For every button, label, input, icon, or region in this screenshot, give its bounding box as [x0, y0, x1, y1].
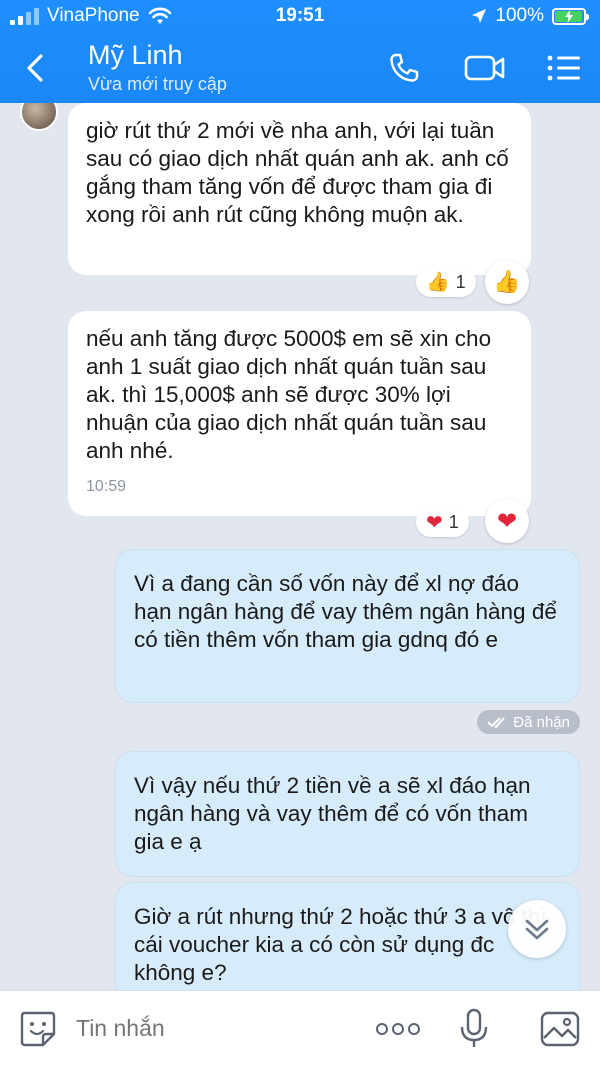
message-bubble-outgoing[interactable]: Vì a đang cần số vốn này để xl nợ đáo hạ… [115, 549, 580, 703]
message-text: Giờ a rút nhưng thứ 2 hoặc thứ 3 a vô th… [134, 904, 547, 985]
phone-icon [390, 53, 419, 82]
battery-percent: 100% [495, 5, 544, 26]
message-bubble-outgoing[interactable]: Vì vậy nếu thứ 2 tiền về a sẽ xl đáo hạn… [115, 751, 580, 877]
message-text: giờ rút thứ 2 mới về nha anh, với lại tu… [86, 118, 509, 227]
location-arrow-icon [472, 9, 487, 23]
message-input[interactable] [76, 1015, 336, 1042]
react-button[interactable]: ❤ [485, 499, 529, 543]
microphone-icon [460, 1008, 488, 1047]
chat-header: VinaPhone 19:51 100% Mỹ Linh Vừa mới tru… [0, 0, 600, 103]
message-text: Vì vậy nếu thứ 2 tiền về a sẽ xl đáo hạn… [134, 773, 531, 854]
message-bubble-incoming[interactable]: nếu anh tăng được 5000$ em sẽ xin cho an… [68, 311, 531, 516]
double-check-icon [487, 717, 506, 729]
more-options-button[interactable] [374, 1017, 422, 1041]
more-dots-icon [376, 1023, 420, 1035]
contact-avatar[interactable] [20, 103, 58, 131]
video-camera-icon [464, 55, 505, 81]
message-list[interactable]: giờ rút thứ 2 mới về nha anh, với lại tu… [0, 103, 600, 990]
reaction-count: 1 [455, 271, 466, 292]
reaction-summary[interactable]: ❤ 1 [416, 507, 469, 537]
delivery-status: Đã nhận [513, 713, 570, 731]
image-gallery-icon [540, 1011, 580, 1047]
image-picker-button[interactable] [538, 1009, 582, 1049]
message-bubble-incoming[interactable]: giờ rút thứ 2 mới về nha anh, với lại tu… [68, 103, 531, 275]
emoji-sticker-icon [20, 1011, 56, 1047]
phone-call-button[interactable] [384, 48, 424, 88]
sticker-button[interactable] [18, 1009, 58, 1049]
menu-button[interactable] [544, 48, 584, 88]
reaction-count: 1 [448, 511, 459, 532]
back-arrow-icon[interactable] [18, 50, 54, 86]
voice-record-button[interactable] [456, 1007, 492, 1051]
nav-bar: Mỹ Linh Vừa mới truy cập [0, 34, 600, 103]
reaction-summary[interactable]: 👍 1 [416, 267, 476, 297]
thumbs-up-icon: 👍 [426, 272, 450, 293]
delivery-status-badge: Đã nhận [477, 710, 580, 734]
react-button[interactable]: 👍 [485, 260, 529, 304]
message-text: nếu anh tăng được 5000$ em sẽ xin cho an… [86, 326, 492, 463]
scroll-to-bottom-button[interactable] [508, 900, 566, 958]
list-menu-icon [547, 55, 580, 81]
double-chevron-down-icon [525, 919, 549, 940]
message-text: Vì a đang cần số vốn này để xl nợ đáo hạ… [134, 571, 557, 652]
status-bar: VinaPhone 19:51 100% [0, 0, 600, 34]
message-composer [0, 990, 600, 1067]
message-time: 10:59 [86, 478, 127, 495]
contact-status: Vừa mới truy cập [88, 74, 227, 94]
thumbs-up-icon: 👍 [493, 269, 521, 294]
heart-icon: ❤ [496, 507, 518, 535]
video-call-button[interactable] [462, 48, 508, 88]
heart-icon: ❤ [426, 511, 443, 534]
contact-name[interactable]: Mỹ Linh [88, 40, 183, 71]
battery-icon [552, 7, 589, 25]
